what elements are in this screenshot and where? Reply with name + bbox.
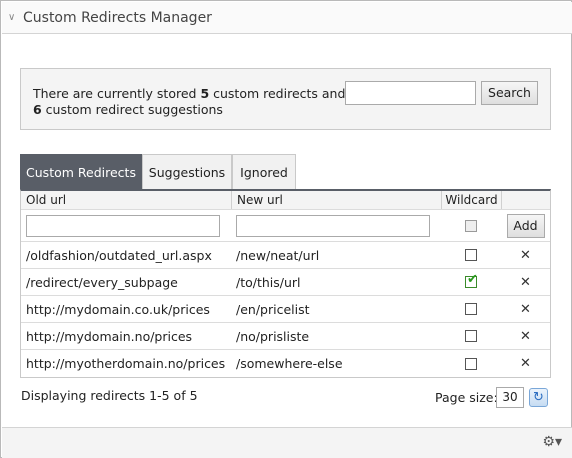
wildcard-cell [441,323,501,349]
table-row: /oldfashion/outdated_url.aspx/new/neat/u… [21,242,550,269]
panel-footer: ⚙▾ [2,427,572,458]
old-url-input[interactable] [26,214,220,237]
refresh-icon[interactable]: ↻ [529,388,548,407]
wildcard-cell: ✔ [441,269,501,295]
header-wildcard: Wildcard [441,191,501,209]
old-url-cell [21,210,231,241]
new-url-value: /no/prisliste [236,328,310,344]
redirect-count: 5 [200,86,210,101]
table-row: http://mydomain.co.uk/prices/en/pricelis… [21,296,550,323]
new-wildcard-checkbox[interactable] [465,219,477,232]
tab-ignored[interactable]: Ignored [232,154,296,189]
redirects-manager-panel: ∨ Custom Redirects Manager There are cur… [0,0,572,458]
search-input[interactable] [345,81,476,105]
table-row: http://mydomain.no/prices/no/prisliste ✕ [21,323,550,350]
add-button[interactable]: Add [506,213,545,238]
wildcard-cell [441,210,501,241]
search-button[interactable]: Search [481,81,538,105]
delete-icon[interactable]: ✕ [520,302,531,317]
table-body: /oldfashion/outdated_url.aspx/new/neat/u… [21,242,550,377]
wildcard-checkbox[interactable] [465,303,477,315]
summary-middle: custom redirects and [209,86,346,101]
tab-suggestions[interactable]: Suggestions [142,154,232,189]
old-url-value: http://mydomain.co.uk/prices [26,301,210,317]
old-url-value: http://myotherdomain.no/prices [26,356,226,371]
old-url-value: http://mydomain.no/prices [26,328,193,344]
header-actions [501,191,550,209]
suggestion-count: 6 [33,102,42,117]
table-header-row: Old url New url Wildcard [21,191,550,210]
delete-icon[interactable]: ✕ [520,356,531,371]
table-row: http://myotherdomain.no/prices/somewhere… [21,350,550,377]
add-cell: Add [501,210,550,241]
new-url-value: /somewhere-else [236,356,343,371]
panel-title: Custom Redirects Manager [23,10,212,26]
wildcard-checkbox[interactable] [465,249,477,261]
delete-cell: ✕ [501,323,550,349]
gear-icon[interactable]: ⚙▾ [542,434,562,450]
new-url-input[interactable] [236,214,430,237]
table-row: /redirect/every_subpage/to/this/url ✔ ✕ [21,269,550,296]
wildcard-checkbox[interactable]: ✔ [465,273,478,288]
paging-status: Displaying redirects 1-5 of 5 [21,388,198,403]
delete-cell: ✕ [501,350,550,377]
delete-icon[interactable]: ✕ [520,275,531,290]
header-new-url: New url [231,191,441,209]
delete-cell: ✕ [501,269,550,295]
delete-cell: ✕ [501,296,550,322]
panel-header: ∨ Custom Redirects Manager [2,2,572,34]
new-url-value: /to/this/url [236,274,301,290]
redirects-table: Old url New url Wildcard Add /oldfashion… [20,189,551,378]
summary-prefix: There are currently stored [33,86,201,101]
old-url-value: /oldfashion/outdated_url.aspx [26,247,212,263]
wildcard-cell [441,296,501,322]
new-url-value: /new/neat/url [236,247,320,263]
info-box: There are currently stored 5 custom redi… [20,68,551,130]
new-url-cell [231,210,441,241]
header-old-url: Old url [26,193,67,207]
stored-redirects-summary: There are currently stored 5 custom redi… [33,86,353,118]
wildcard-checkbox[interactable] [465,330,477,342]
new-url-value: /en/pricelist [236,301,310,317]
summary-suffix: custom redirect suggestions [41,102,223,117]
delete-icon[interactable]: ✕ [520,329,531,344]
old-url-value: /redirect/every_subpage [26,274,178,290]
page-size-input[interactable]: 30 [496,387,524,408]
chevron-down-icon[interactable]: ∨ [8,12,20,24]
page-size-label: Page size: [435,390,498,405]
new-redirect-row: Add [21,210,550,242]
wildcard-checkbox[interactable] [465,357,477,370]
wildcard-cell [441,242,501,268]
delete-icon[interactable]: ✕ [520,248,531,263]
delete-cell: ✕ [501,242,550,268]
wildcard-cell [441,350,501,377]
tab-custom-redirects[interactable]: Custom Redirects [20,154,142,189]
